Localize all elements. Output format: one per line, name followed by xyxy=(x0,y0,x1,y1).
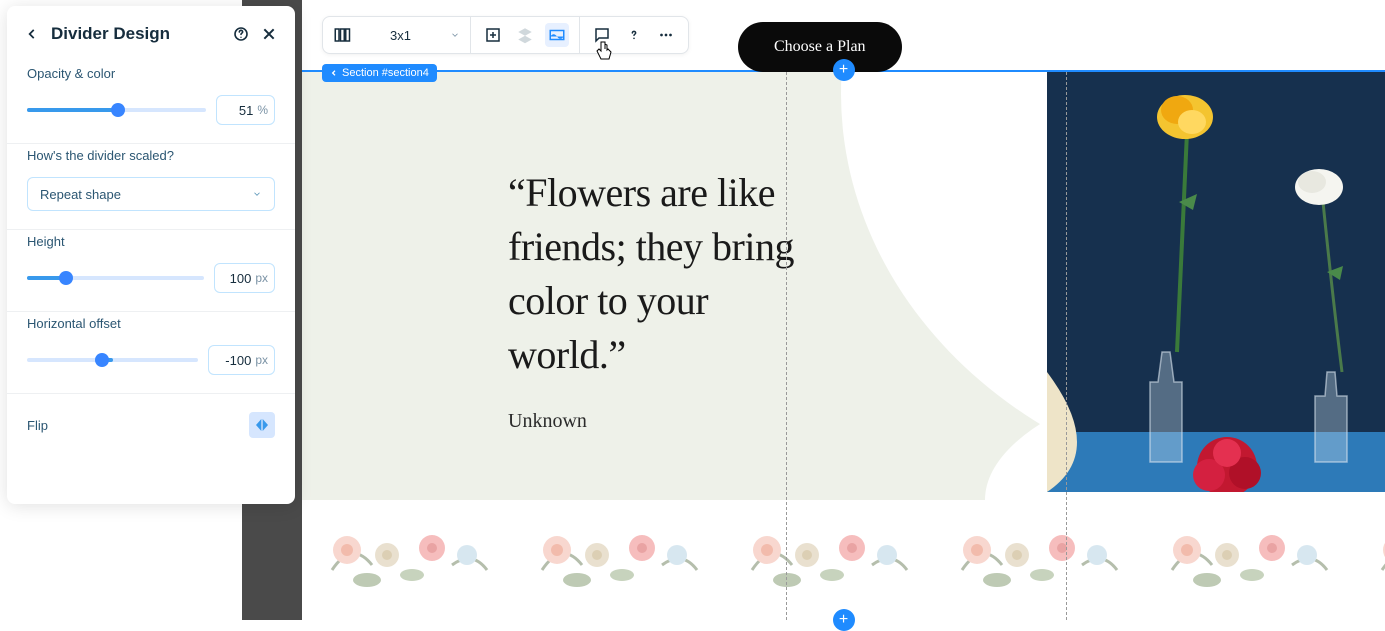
quote-block: “Flowers are like friends; they bring co… xyxy=(508,166,808,433)
layout-label: 3x1 xyxy=(390,28,411,43)
close-icon[interactable] xyxy=(261,26,277,42)
flip-section: Flip xyxy=(7,394,295,456)
help-icon[interactable] xyxy=(233,26,249,42)
floral-pattern xyxy=(722,500,922,610)
offset-value-box[interactable]: px xyxy=(208,345,275,375)
height-unit: px xyxy=(255,271,268,285)
panel-header: Divider Design xyxy=(7,6,295,62)
chevron-down-icon xyxy=(450,30,460,40)
opacity-input[interactable] xyxy=(223,103,253,118)
section-tag[interactable]: Section #section4 xyxy=(322,64,437,82)
more-icon[interactable] xyxy=(654,23,678,47)
help-icon[interactable] xyxy=(622,23,646,47)
flower-photo xyxy=(1047,72,1385,492)
opacity-slider[interactable] xyxy=(27,108,206,112)
add-section-button[interactable]: + xyxy=(833,59,855,81)
flip-label: Flip xyxy=(27,418,48,433)
toolbar-group-actions xyxy=(580,17,688,53)
comment-icon[interactable] xyxy=(590,23,614,47)
floral-pattern xyxy=(1352,500,1385,610)
offset-input[interactable] xyxy=(215,353,251,368)
choose-plan-button[interactable]: Choose a Plan xyxy=(738,22,902,72)
height-section: Height px xyxy=(7,230,295,312)
divider-tool-icon[interactable] xyxy=(545,23,569,47)
offset-section: Horizontal offset px xyxy=(7,312,295,394)
height-value-box[interactable]: px xyxy=(214,263,275,293)
layers-icon[interactable] xyxy=(513,23,537,47)
scale-selected: Repeat shape xyxy=(40,187,121,202)
section-toolbar: 3x1 xyxy=(322,16,689,54)
floral-pattern xyxy=(302,500,502,610)
height-input[interactable] xyxy=(221,271,251,286)
opacity-label: Opacity & color xyxy=(27,66,275,81)
chevron-down-icon xyxy=(252,189,262,199)
layout-selector[interactable]: 3x1 xyxy=(323,17,471,53)
scale-select[interactable]: Repeat shape xyxy=(27,177,275,211)
scale-label: How's the divider scaled? xyxy=(27,148,275,163)
quote-text: “Flowers are like friends; they bring co… xyxy=(508,166,808,382)
back-icon[interactable] xyxy=(25,27,39,41)
column-guide xyxy=(1066,72,1067,620)
divider-design-panel: Divider Design Opacity & color % How's t… xyxy=(7,6,295,504)
panel-title: Divider Design xyxy=(51,24,221,44)
floral-divider xyxy=(302,500,1385,620)
offset-label: Horizontal offset xyxy=(27,316,275,331)
floral-pattern xyxy=(512,500,712,610)
add-section-button-bottom[interactable]: + xyxy=(833,609,855,631)
stretch-icon[interactable] xyxy=(481,23,505,47)
column-guide xyxy=(786,72,787,620)
floral-pattern xyxy=(1142,500,1342,610)
plan-button-label: Choose a Plan xyxy=(774,38,866,56)
opacity-section: Opacity & color % xyxy=(7,62,295,144)
quote-author: Unknown xyxy=(508,410,808,433)
canvas: 3x1 xyxy=(302,0,1385,620)
toolbar-group-display xyxy=(471,17,580,53)
height-slider[interactable] xyxy=(27,276,204,280)
offset-unit: px xyxy=(255,353,268,367)
floral-pattern xyxy=(932,500,1132,610)
section-tag-label: Section #section4 xyxy=(342,67,429,79)
scale-section: How's the divider scaled? Repeat shape xyxy=(7,144,295,230)
height-label: Height xyxy=(27,234,275,249)
columns-icon xyxy=(333,26,351,44)
offset-slider[interactable] xyxy=(27,358,198,362)
flip-button[interactable] xyxy=(249,412,275,438)
opacity-unit: % xyxy=(257,103,268,117)
opacity-value-box[interactable]: % xyxy=(216,95,275,125)
